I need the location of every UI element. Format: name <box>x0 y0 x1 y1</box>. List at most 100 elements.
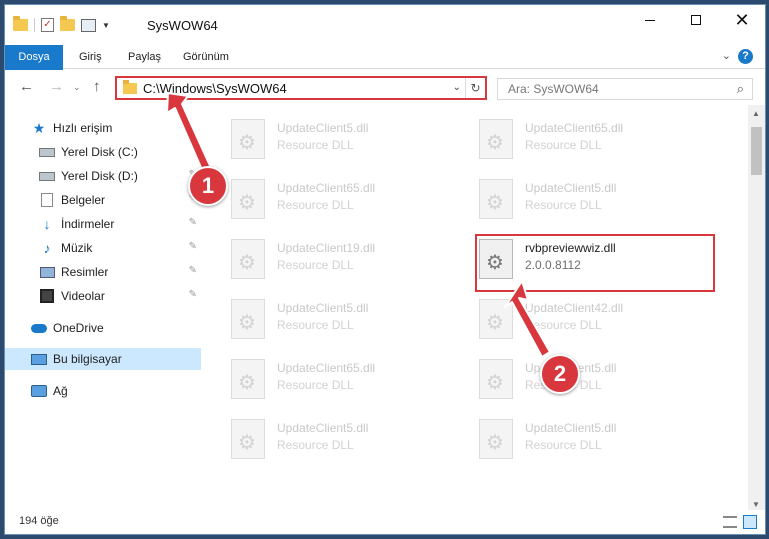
sidebar-item-local-disk-d[interactable]: Yerel Disk (D:) ✎ <box>5 165 201 187</box>
close-button[interactable]: ✕ <box>719 5 765 35</box>
address-dropdown-chevron-icon[interactable]: ⌄ <box>453 82 461 93</box>
sidebar-item-quick-access[interactable]: ★ Hızlı erişim <box>5 117 201 139</box>
vertical-scrollbar[interactable]: ▲ ▼ <box>748 105 765 513</box>
explorer-window: ✓ ▼ SysWOW64 ✕ Dosya Giriş Paylaş Görünü… <box>4 4 766 535</box>
file-item[interactable]: UpdateClient5.dll Resource DLL <box>209 109 445 167</box>
sidebar-item-label: Videolar <box>61 289 105 303</box>
sidebar-item-downloads[interactable]: ↓ İndirmeler ✎ <box>5 213 201 235</box>
computer-icon <box>31 352 47 366</box>
step-badge-2: 2 <box>540 354 580 394</box>
maximize-button[interactable] <box>673 5 719 35</box>
file-item[interactable]: UpdateClient19.dll Resource DLL <box>209 229 445 287</box>
address-bar[interactable]: C:\Windows\SysWOW64 ⌄ ↻ <box>115 76 487 100</box>
search-input[interactable]: Ara: SysWOW64 <box>508 82 599 96</box>
cloud-icon <box>31 321 47 335</box>
refresh-icon[interactable]: ↻ <box>465 78 485 98</box>
title-bar: ✓ ▼ SysWOW64 ✕ <box>5 5 765 45</box>
ribbon-expand-chevron-icon[interactable]: ⌄ <box>722 49 731 62</box>
toolbar-divider <box>34 18 35 32</box>
recent-locations-chevron-icon[interactable]: ⌄ <box>73 82 81 93</box>
file-name: UpdateClient42.dll <box>525 301 624 315</box>
pin-icon[interactable]: ✎ <box>189 289 197 300</box>
help-icon[interactable]: ? <box>738 49 753 64</box>
download-icon: ↓ <box>43 216 51 232</box>
navigation-bar: ← → ⌄ ↑ C:\Windows\SysWOW64 ⌄ ↻ Ara: Sys… <box>5 70 765 104</box>
sidebar-item-label: İndirmeler <box>61 217 115 231</box>
sidebar-item-onedrive[interactable]: OneDrive <box>5 317 201 339</box>
file-name: UpdateClient19.dll <box>277 241 376 255</box>
tab-share[interactable]: Paylaş <box>128 45 161 69</box>
scroll-down-icon[interactable]: ▼ <box>752 500 760 509</box>
customize-toolbar-dropdown-icon[interactable]: ▼ <box>102 21 110 30</box>
minimize-button[interactable] <box>627 5 673 35</box>
forward-arrow-icon[interactable]: → <box>49 78 64 95</box>
file-item[interactable]: UpdateClient5.dll Resource DLL <box>209 409 445 467</box>
sidebar-item-network[interactable]: Ağ <box>5 380 201 402</box>
pin-icon[interactable]: ✎ <box>189 241 197 252</box>
search-icon[interactable]: ⌕ <box>737 81 744 97</box>
minimize-icon <box>645 19 655 21</box>
pin-icon[interactable]: ✎ <box>189 217 197 228</box>
file-description: Resource DLL <box>525 438 602 452</box>
sidebar-item-label: Belgeler <box>61 193 106 207</box>
dll-file-icon <box>231 419 265 459</box>
drive-icon <box>39 169 55 183</box>
file-name: UpdateClient65.dll <box>525 121 624 135</box>
sidebar-item-label: Resimler <box>61 265 109 279</box>
item-count: 194 öğe <box>19 515 59 527</box>
sidebar-item-music[interactable]: ♪ Müzik ✎ <box>5 237 201 259</box>
file-name: UpdateClient5.dll <box>277 421 369 435</box>
sidebar-item-label: Bu bilgisayar <box>53 352 122 366</box>
file-name: UpdateClient65.dll <box>277 181 376 195</box>
properties-icon[interactable] <box>81 18 96 32</box>
navigation-pane: ★ Hızlı erişim Yerel Disk (C:) Yerel Dis… <box>5 105 205 505</box>
sidebar-item-documents[interactable]: Belgeler ✎ <box>5 189 201 211</box>
file-item[interactable]: UpdateClient65.dll Resource DLL <box>457 109 693 167</box>
scroll-up-icon[interactable]: ▲ <box>752 109 760 118</box>
highlight-box-file <box>475 234 715 292</box>
dll-file-icon <box>479 299 513 339</box>
up-arrow-icon[interactable]: ↑ <box>93 78 101 95</box>
scroll-thumb[interactable] <box>751 127 762 175</box>
dll-file-icon <box>231 239 265 279</box>
file-item[interactable]: UpdateClient65.dll Resource DLL <box>209 349 445 407</box>
file-item[interactable]: UpdateClient65.dll Resource DLL <box>209 169 445 227</box>
file-item[interactable]: UpdateClient5.dll Resource DLL <box>209 289 445 347</box>
dll-file-icon <box>231 119 265 159</box>
file-description: Resource DLL <box>277 258 354 272</box>
dll-file-icon <box>231 359 265 399</box>
search-box[interactable]: Ara: SysWOW64 ⌕ <box>497 78 753 100</box>
dll-file-icon <box>479 419 513 459</box>
tab-view[interactable]: Görünüm <box>183 45 229 69</box>
file-description: Resource DLL <box>525 318 602 332</box>
address-path[interactable]: C:\Windows\SysWOW64 <box>143 81 287 96</box>
sidebar-item-label: Yerel Disk (C:) <box>61 145 138 159</box>
tiles-view-icon[interactable] <box>743 515 757 529</box>
file-description: Resource DLL <box>277 138 354 152</box>
quick-access-toolbar: ✓ ▼ <box>13 16 110 32</box>
file-name: UpdateClient5.dll <box>277 121 369 135</box>
sidebar-item-this-pc[interactable]: Bu bilgisayar <box>5 348 201 370</box>
dll-file-icon <box>479 119 513 159</box>
dll-file-icon <box>231 179 265 219</box>
sidebar-item-label: Hızlı erişim <box>53 121 113 135</box>
file-item[interactable]: UpdateClient42.dll Resource DLL <box>457 289 693 347</box>
file-name: UpdateClient65.dll <box>277 361 376 375</box>
sidebar-item-label: OneDrive <box>53 321 104 335</box>
dll-file-icon <box>231 299 265 339</box>
new-folder-icon[interactable] <box>60 16 75 31</box>
ribbon-tabs: Dosya Giriş Paylaş Görünüm ⌄ ? <box>5 45 765 103</box>
properties-check-icon[interactable]: ✓ <box>41 18 54 32</box>
file-item[interactable]: UpdateClient5.dll Resource DLL <box>457 409 693 467</box>
sidebar-item-local-disk-c[interactable]: Yerel Disk (C:) <box>5 141 201 163</box>
file-description: Resource DLL <box>277 318 354 332</box>
sidebar-item-pictures[interactable]: Resimler ✎ <box>5 261 201 283</box>
folder-icon <box>123 80 137 94</box>
pin-icon[interactable]: ✎ <box>189 265 197 276</box>
sidebar-item-videos[interactable]: Videolar ✎ <box>5 285 201 307</box>
details-view-icon[interactable] <box>723 516 737 528</box>
file-item[interactable]: UpdateClient5.dll Resource DLL <box>457 169 693 227</box>
back-arrow-icon[interactable]: ← <box>19 78 34 95</box>
tab-home[interactable]: Giriş <box>79 45 102 69</box>
star-icon: ★ <box>32 119 46 136</box>
